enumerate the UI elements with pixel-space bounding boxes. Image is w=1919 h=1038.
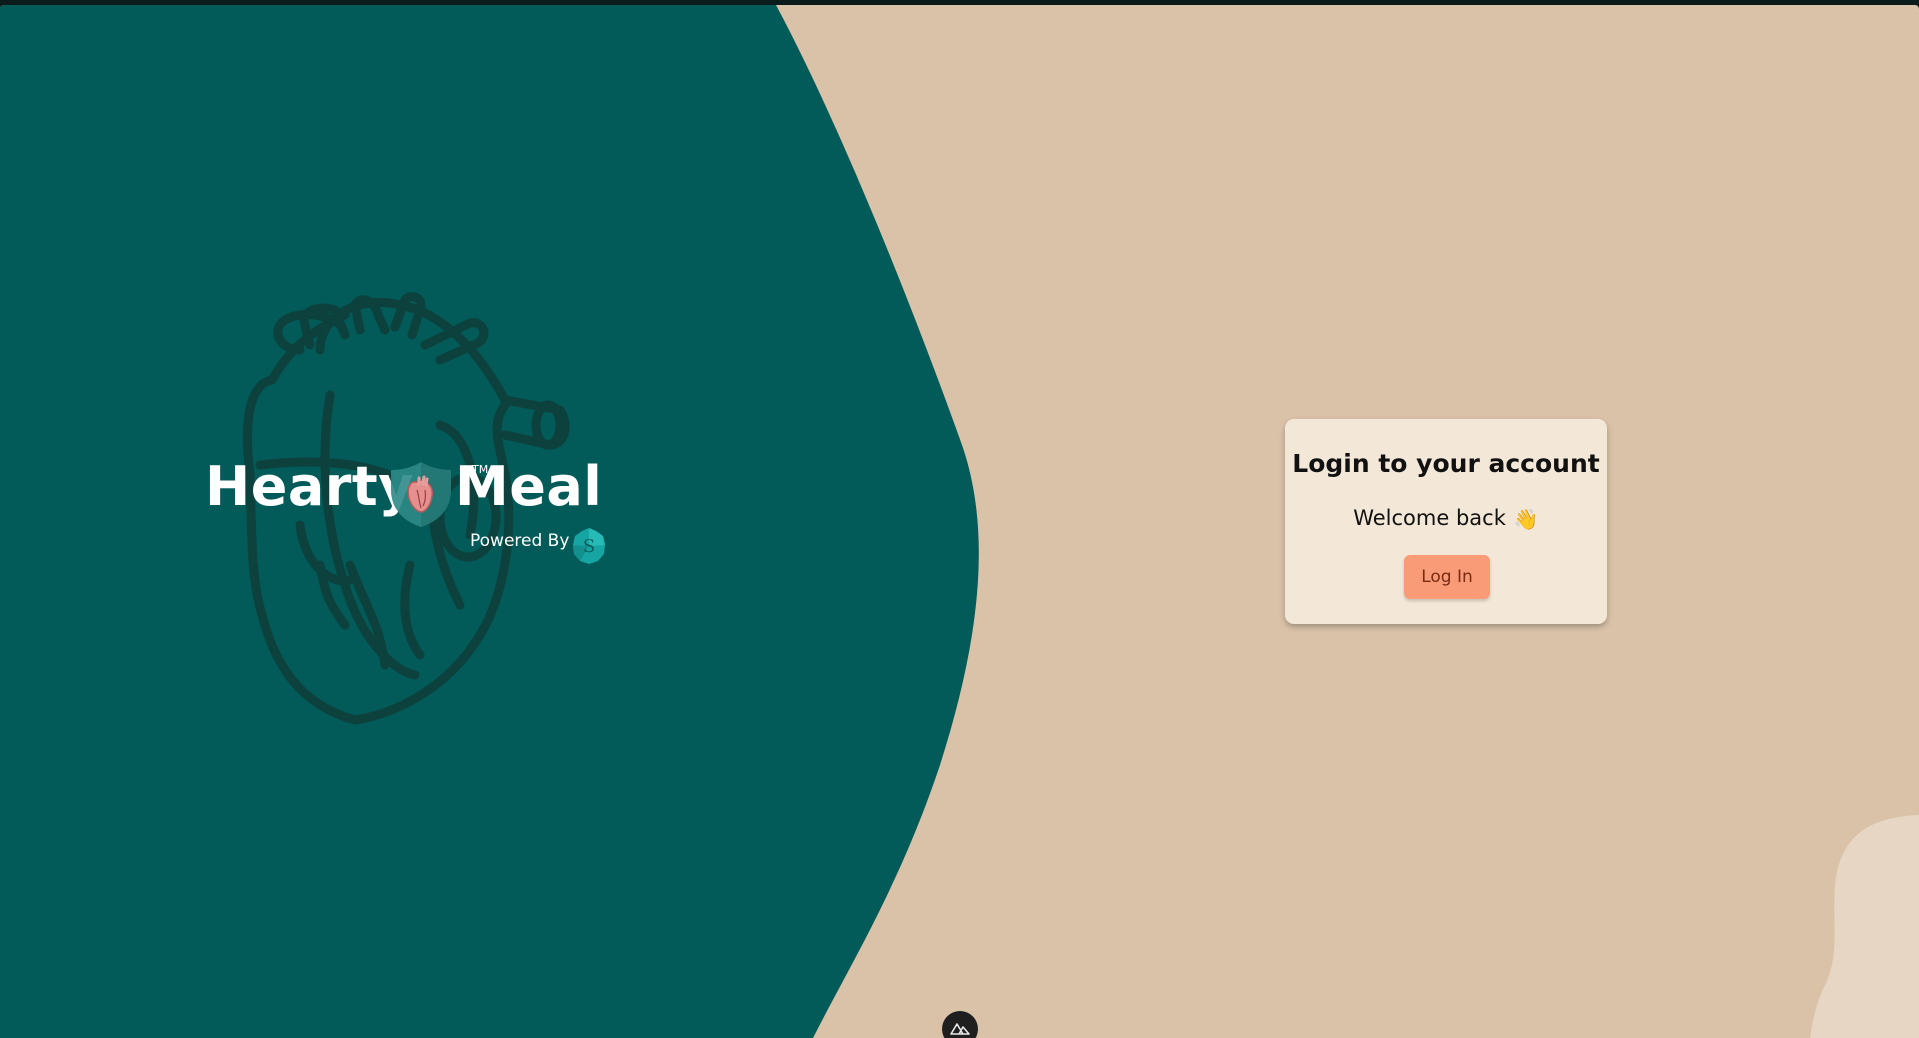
trademark-symbol: TM xyxy=(472,463,489,476)
hearty-meal-logo: Hearty Meal TM Powered By S xyxy=(205,460,625,570)
svg-text:S: S xyxy=(583,536,595,557)
log-in-button[interactable]: Log In xyxy=(1404,555,1490,599)
nuxt-devtools-icon xyxy=(950,1023,970,1035)
waving-hand-icon: 👋 xyxy=(1513,507,1539,531)
welcome-text: Welcome back 👋 xyxy=(1285,506,1607,531)
brand-word-hearty: Hearty xyxy=(205,455,414,518)
s-logo-icon: S xyxy=(573,528,605,564)
login-card: Login to your account Welcome back 👋 Log … xyxy=(1285,419,1607,624)
welcome-label: Welcome back xyxy=(1353,506,1506,530)
login-title: Login to your account xyxy=(1292,449,1600,478)
powered-by-label: Powered By xyxy=(470,531,570,551)
heart-shield-icon xyxy=(391,462,451,527)
light-blob xyxy=(1810,815,1919,1038)
login-page: Hearty Meal TM Powered By S Login to you… xyxy=(0,5,1919,1038)
